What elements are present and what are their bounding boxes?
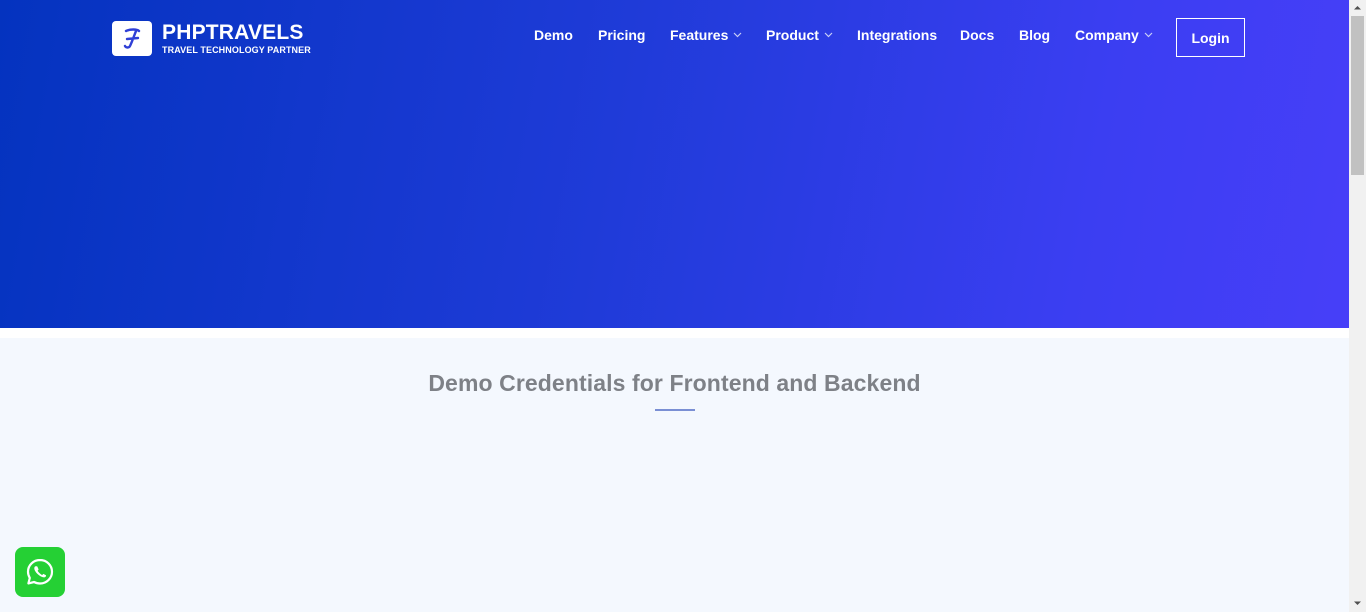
scroll-down-arrow-icon[interactable]	[1353, 599, 1362, 608]
nav-features[interactable]: Features	[670, 27, 742, 43]
title-underline	[655, 409, 695, 411]
brand-logo-icon	[112, 21, 152, 56]
hero-divider	[0, 328, 1349, 338]
brand-logo-link[interactable]: PHPTRAVELS TRAVEL TECHNOLOGY PARTNER	[112, 21, 311, 56]
nav-docs-label: Docs	[960, 27, 995, 43]
nav-features-label: Features	[670, 27, 729, 43]
brand-name: PHPTRAVELS	[162, 20, 304, 44]
nav-blog[interactable]: Blog	[1019, 27, 1050, 43]
nav-demo[interactable]: Demo	[534, 27, 573, 43]
nav-pricing-label: Pricing	[598, 27, 646, 43]
scrollbar-thumb[interactable]	[1351, 16, 1364, 175]
scroll-up-arrow-icon[interactable]	[1353, 3, 1362, 12]
section-title: Demo Credentials for Frontend and Backen…	[428, 370, 921, 396]
nav-product[interactable]: Product	[766, 27, 833, 43]
brand-tagline: TRAVEL TECHNOLOGY PARTNER	[162, 44, 311, 55]
chevron-down-icon	[824, 32, 833, 38]
chevron-down-icon	[733, 32, 742, 38]
nav-docs[interactable]: Docs	[960, 27, 994, 43]
nav-integrations[interactable]: Integrations	[857, 27, 937, 43]
brand-text: PHPTRAVELS TRAVEL TECHNOLOGY PARTNER	[162, 20, 311, 56]
nav-pricing[interactable]: Pricing	[598, 27, 645, 43]
chevron-down-icon	[1144, 32, 1153, 38]
nav-integrations-label: Integrations	[857, 27, 938, 43]
nav-company[interactable]: Company	[1075, 27, 1153, 43]
whatsapp-button[interactable]	[15, 547, 65, 597]
login-button[interactable]: Login	[1176, 18, 1245, 57]
whatsapp-icon	[26, 558, 54, 585]
page-scrollbar[interactable]	[1349, 0, 1366, 612]
nav-company-label: Company	[1075, 27, 1139, 43]
nav-demo-label: Demo	[534, 27, 573, 43]
nav-product-label: Product	[766, 27, 819, 43]
nav-blog-label: Blog	[1019, 27, 1051, 43]
top-navbar: PHPTRAVELS TRAVEL TECHNOLOGY PARTNER Dem…	[0, 0, 1349, 72]
